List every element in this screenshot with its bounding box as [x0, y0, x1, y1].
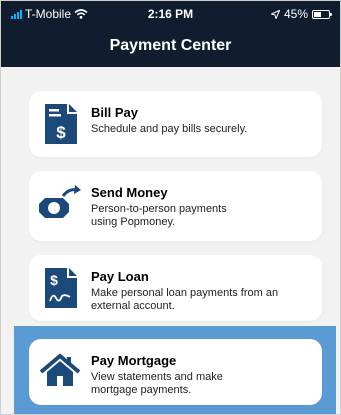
phone-screen: T-Mobile 2:16 PM 45% Payment Center $ Bi… [0, 0, 341, 415]
bill-pay-icon: $ [45, 104, 77, 144]
pay-mortgage-title: Pay Mortgage [91, 353, 177, 368]
pay-loan-title: Pay Loan [91, 269, 149, 284]
pay-loan-icon: $ [45, 268, 77, 308]
svg-text:$: $ [50, 272, 58, 288]
pay-loan-desc: Make personal loan payments from an exte… [91, 287, 279, 312]
bill-pay-title: Bill Pay [91, 105, 138, 120]
top-bar: T-Mobile 2:16 PM 45% Payment Center [1, 1, 340, 67]
status-bar: T-Mobile 2:16 PM 45% [1, 7, 340, 21]
send-money-icon [39, 185, 81, 218]
location-arrow-icon [270, 9, 280, 19]
pay-loan-card[interactable]: $ Pay Loan Make personal loan payments f… [29, 255, 322, 321]
page-title: Payment Center [109, 37, 232, 54]
send-money-desc: Person-to-person payments using Popmoney… [91, 203, 227, 228]
battery-percent: 45% [283, 7, 308, 21]
bill-pay-desc: Schedule and pay bills securely. [91, 123, 248, 135]
svg-text:$: $ [56, 123, 66, 142]
battery-icon [312, 9, 332, 19]
house-icon [39, 353, 81, 386]
pay-mortgage-card[interactable]: Pay Mortgage View statements and make mo… [29, 339, 322, 405]
battery-info: 45% [270, 7, 332, 21]
send-money-title: Send Money [91, 185, 168, 200]
pay-mortgage-desc: View statements and make mortgage paymen… [91, 371, 223, 396]
bill-pay-card[interactable]: $ Bill Pay Schedule and pay bills secure… [29, 91, 322, 157]
send-money-card[interactable]: Send Money Person-to-person payments usi… [29, 171, 322, 241]
